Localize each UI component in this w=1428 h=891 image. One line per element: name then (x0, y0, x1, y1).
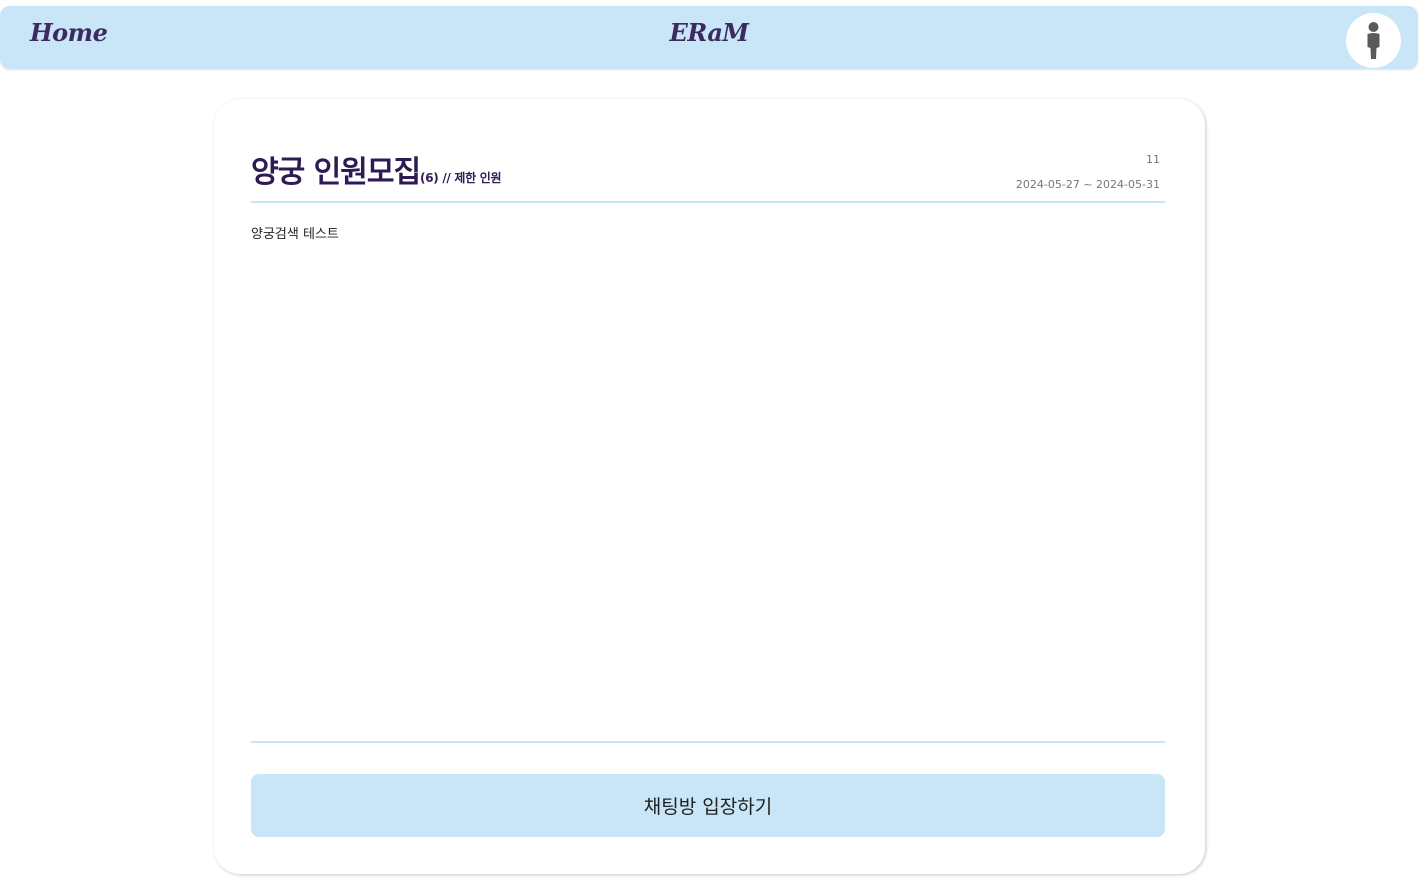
participant-limit-label: // 제한 인원 (438, 171, 502, 185)
top-navbar: Home ERaM (0, 6, 1418, 69)
enter-chat-room-button[interactable]: 채팅방 입장하기 (251, 774, 1165, 837)
home-link[interactable]: Home (30, 18, 108, 47)
brand-logo[interactable]: ERaM (670, 18, 749, 47)
brand-logo-container: ERaM (0, 18, 1418, 47)
view-count: 11 (1146, 153, 1160, 166)
post-title-row: 양궁 인원모집(6) // 제한 인원 (251, 147, 502, 191)
content-divider (251, 741, 1165, 743)
profile-avatar-button[interactable] (1346, 13, 1401, 68)
participant-limit-count: (6) (420, 171, 439, 185)
post-title: 양궁 인원모집 (251, 155, 421, 190)
post-card: 양궁 인원모집(6) // 제한 인원 11 2024-05-27 ~ 2024… (214, 99, 1205, 874)
post-header: 양궁 인원모집(6) // 제한 인원 11 2024-05-27 ~ 2024… (251, 139, 1165, 203)
person-icon (1367, 22, 1380, 59)
recruit-period: 2024-05-27 ~ 2024-05-31 (1015, 178, 1160, 191)
post-content: 양궁검색 테스트 (251, 227, 339, 242)
